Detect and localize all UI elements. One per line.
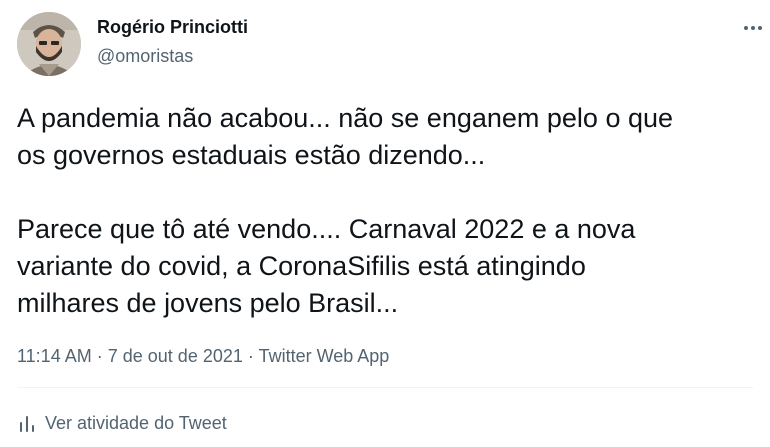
tweet-source[interactable]: Twitter Web App — [259, 346, 390, 366]
meta-separator: · — [247, 346, 254, 366]
more-options-icon[interactable] — [744, 22, 768, 34]
divider — [17, 387, 753, 388]
meta-separator: · — [96, 346, 103, 366]
tweet-text: A pandemia não acabou... não se enganem … — [17, 100, 762, 322]
tweet-text-line: A pandemia não acabou... não se enganem … — [17, 103, 674, 133]
tweet-text-line: Parece que tô até vendo.... Carnaval 202… — [17, 214, 636, 244]
author-handle[interactable]: @omoristas — [97, 46, 193, 67]
bar-chart-icon — [20, 415, 34, 432]
view-activity-label: Ver atividade do Tweet — [45, 413, 227, 433]
view-activity-link[interactable]: Ver atividade do Tweet — [17, 413, 227, 434]
author-name[interactable]: Rogério Princiotti — [97, 17, 248, 38]
tweet-text-line: milhares de jovens pelo Brasil... — [17, 288, 399, 318]
tweet-meta: 11:14 AM · 7 de out de 2021 · Twitter We… — [17, 346, 389, 367]
tweet-date[interactable]: 7 de out de 2021 — [108, 346, 243, 366]
tweet-text-line: os governos estaduais estão dizendo... — [17, 140, 486, 170]
tweet-text-line: variante do covid, a CoronaSifilis está … — [17, 251, 586, 281]
avatar[interactable] — [17, 12, 81, 76]
tweet-time[interactable]: 11:14 AM — [17, 346, 92, 366]
avatar-image — [17, 12, 81, 76]
